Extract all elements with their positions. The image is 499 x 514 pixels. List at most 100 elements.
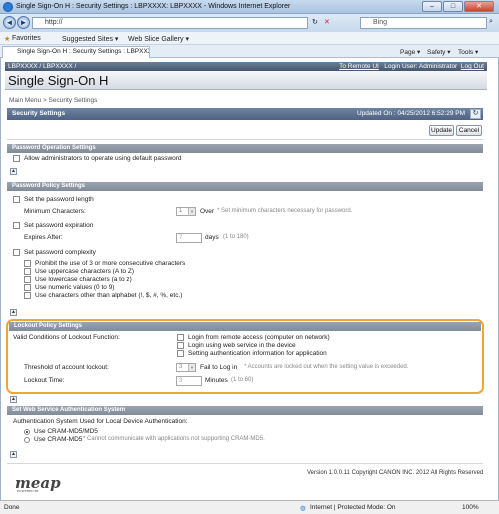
valid-conditions-label: Valid Conditions of Lockout Function: — [13, 334, 120, 341]
rule-checkbox[interactable] — [24, 284, 31, 291]
allow-default-password-checkbox[interactable] — [13, 155, 20, 162]
collapse-icon[interactable]: ▲ — [10, 168, 17, 175]
collapse-icon[interactable]: ▲ — [10, 451, 17, 458]
condition-checkbox[interactable] — [177, 342, 184, 349]
rule-label: Use uppercase characters (A to Z) — [35, 268, 134, 275]
allow-default-password-label: Allow administrators to operate using de… — [24, 155, 182, 162]
collapse-icon[interactable]: ▲ — [10, 396, 17, 403]
min-chars-label: Minimum Characters: — [24, 208, 86, 215]
condition-label: Login from remote access (computer on ne… — [188, 334, 330, 341]
fail-to-log-in-label: Fail to Log in — [200, 364, 238, 371]
globe-icon: ◍ — [300, 505, 306, 512]
tab-bar: Single Sign-On H : Security Settings : L… — [0, 45, 499, 58]
rule-checkbox[interactable] — [24, 292, 31, 299]
security-zone[interactable]: Internet | Protected Mode: On — [310, 504, 396, 511]
update-button[interactable]: Update — [429, 125, 454, 136]
copyright: Version 1.0.0.11 Copyright CANON INC. 20… — [307, 470, 484, 476]
chevron-down-icon: ▼ — [188, 364, 195, 371]
minutes-label: Minutes — [205, 377, 228, 384]
rule-label: Use characters other than alphabet (!, $… — [35, 292, 183, 299]
cram-md5-label: Use CRAM-MD5 — [34, 436, 83, 443]
days-range: (1 to 180) — [223, 234, 249, 240]
to-remote-ui-link[interactable]: To Remote UI — [339, 63, 379, 70]
chevron-down-icon: ▼ — [188, 208, 195, 215]
favorites-bar: ★ Favorites Suggested Sites ▾ Web Slice … — [0, 32, 499, 45]
breadcrumb[interactable]: Main Menu > Security Settings — [9, 97, 97, 104]
min-chars-value: 1 — [179, 208, 183, 214]
app-title: Single Sign-On H — [5, 71, 487, 90]
back-icon[interactable]: ◄ — [3, 16, 16, 29]
min-chars-note: * Set minimum characters necessary for p… — [217, 208, 353, 214]
ie-icon — [3, 2, 13, 12]
expires-label: Expires After: — [24, 234, 63, 241]
rule-checkbox[interactable] — [24, 260, 31, 267]
lockout-time-label: Lockout Time: — [24, 377, 65, 384]
cram-md5-note: * Cannot communicate with applications n… — [83, 436, 265, 442]
min-chars-select[interactable]: 1 ▼ — [176, 207, 196, 216]
over-label: Over — [200, 208, 215, 215]
search-icon[interactable]: ⌕ — [489, 18, 493, 26]
minimize-button[interactable]: – — [422, 1, 442, 12]
rule-label: Use numeric values (0 to 9) — [35, 284, 115, 291]
divider — [7, 139, 483, 140]
rule-label: Prohibit the use of 3 or more consecutiv… — [35, 260, 186, 267]
refresh-icon[interactable]: ↻ — [312, 18, 318, 26]
set-length-label: Set the password length — [24, 196, 94, 203]
password-operation-header: Password Operation Settings — [7, 144, 483, 153]
suggested-sites-link[interactable]: Suggested Sites ▾ — [62, 35, 118, 43]
set-complexity-checkbox[interactable] — [13, 249, 20, 256]
rule-checkbox[interactable] — [24, 268, 31, 275]
tools-menu[interactable]: Tools ▾ — [458, 48, 478, 56]
cram-md5-radio[interactable] — [24, 437, 30, 443]
status-text: Done — [4, 504, 20, 511]
forward-icon[interactable]: ► — [17, 16, 30, 29]
zoom-level[interactable]: 100% — [462, 504, 479, 511]
set-expiration-checkbox[interactable] — [13, 222, 20, 229]
refresh-page-icon[interactable]: ↻ — [470, 109, 481, 119]
lockout-time-input[interactable]: 3 — [176, 376, 202, 386]
set-expiration-label: Set password expiration — [24, 222, 94, 229]
condition-label: Setting authentication information for a… — [188, 350, 327, 357]
set-complexity-label: Set password complexity — [24, 249, 96, 256]
condition-checkbox[interactable] — [177, 334, 184, 341]
expires-input[interactable]: 7 — [176, 233, 202, 243]
auth-system-label: Authentication System Used for Local Dev… — [13, 418, 188, 425]
condition-checkbox[interactable] — [177, 350, 184, 357]
browser-tab[interactable]: Single Sign-On H : Security Settings : L… — [2, 46, 150, 58]
stop-icon[interactable]: ✕ — [324, 18, 330, 26]
cram-md5-md5-radio[interactable] — [24, 429, 30, 435]
days-label: days — [205, 234, 219, 241]
web-slice-gallery-link[interactable]: Web Slice Gallery ▾ — [128, 35, 189, 43]
threshold-value: 3 — [179, 364, 183, 370]
window-title: Single Sign-On H : Security Settings : L… — [16, 3, 291, 10]
favorites-button[interactable]: Favorites — [12, 35, 41, 42]
page-title: Security Settings — [12, 110, 66, 117]
maximize-button[interactable]: □ — [443, 1, 463, 12]
meap-logo: meap POWERED BY — [15, 474, 61, 493]
page-menu[interactable]: Page ▾ — [400, 48, 420, 56]
device-name: LBPXXXX / LBPXXXX / — [8, 63, 77, 70]
search-input[interactable]: Bing — [360, 17, 487, 29]
cancel-button[interactable]: Cancel — [456, 125, 482, 136]
rule-label: Use lowercase characters (a to z) — [35, 276, 132, 283]
collapse-icon[interactable]: ▲ — [10, 309, 17, 316]
page-viewport: LBPXXXX / LBPXXXX / To Remote UI Login U… — [0, 58, 499, 500]
condition-label: Login using web service in the device — [188, 342, 296, 349]
logout-link[interactable]: Log Out — [461, 63, 484, 70]
logo-sub: POWERED BY — [17, 489, 39, 493]
window-titlebar: Single Sign-On H : Security Settings : L… — [0, 0, 499, 14]
security-settings-bar: Security Settings Updated On : 04/25/201… — [7, 108, 483, 120]
divider — [7, 463, 483, 464]
url-input[interactable]: http:// — [32, 17, 308, 29]
threshold-label: Threshold of account lockout: — [24, 364, 109, 371]
password-policy-header: Password Policy Settings — [7, 182, 483, 191]
rule-checkbox[interactable] — [24, 276, 31, 283]
close-button[interactable]: ✕ — [464, 1, 494, 12]
threshold-select[interactable]: 3 ▼ — [176, 363, 196, 372]
lockout-policy-header: Lockout Policy Settings — [9, 322, 481, 331]
safety-menu[interactable]: Safety ▾ — [427, 48, 451, 56]
set-length-checkbox[interactable] — [13, 196, 20, 203]
web-service-header: Set Web Service Authentication System — [7, 406, 483, 415]
device-bar: LBPXXXX / LBPXXXX / To Remote UI Login U… — [5, 62, 487, 71]
status-bar: Done ◍ Internet | Protected Mode: On 100… — [0, 500, 499, 514]
